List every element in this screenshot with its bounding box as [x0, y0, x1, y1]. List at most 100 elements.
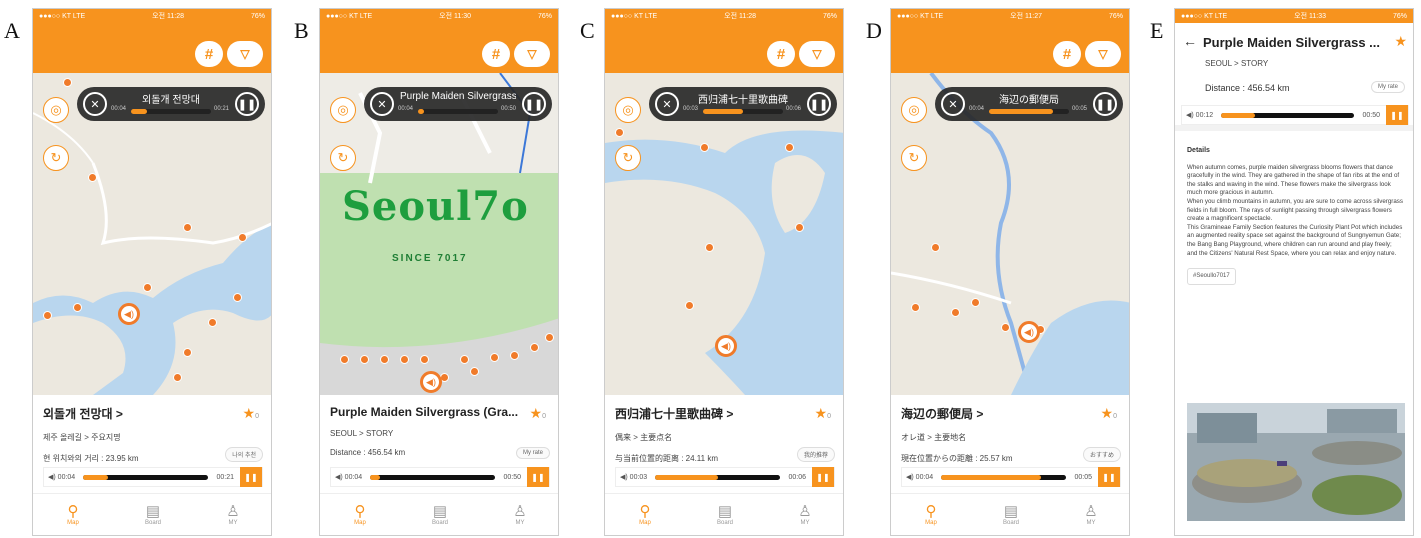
map-marker[interactable]: [143, 283, 152, 292]
filter-button[interactable]: ▽: [1085, 41, 1121, 67]
my-rate-button[interactable]: My rate: [1370, 81, 1405, 93]
hashtag-chip[interactable]: #Seoullo7017: [1187, 268, 1236, 285]
hashtag-button[interactable]: #: [767, 41, 795, 67]
tab-map[interactable]: ⚲ Map: [320, 494, 400, 535]
map-marker[interactable]: [931, 243, 940, 252]
map-marker[interactable]: [340, 355, 349, 364]
volume-icon[interactable]: ◀): [335, 473, 343, 481]
map-marker[interactable]: [470, 367, 479, 376]
tab-board[interactable]: ▤ Board: [400, 494, 480, 535]
volume-icon[interactable]: ◀): [1186, 111, 1194, 119]
locate-icon[interactable]: ◎: [330, 97, 356, 123]
map-marker[interactable]: [380, 355, 389, 364]
map-marker[interactable]: [510, 351, 519, 360]
my-rate-button[interactable]: My rate: [515, 447, 550, 459]
pause-icon[interactable]: ❚❚: [807, 92, 831, 116]
player-progress[interactable]: [989, 109, 1069, 114]
tab-my[interactable]: ♙ MY: [1051, 494, 1129, 535]
audio-progress[interactable]: [370, 474, 496, 480]
close-icon[interactable]: ✕: [655, 92, 679, 116]
map-marker[interactable]: [971, 298, 980, 307]
map-marker[interactable]: [420, 355, 429, 364]
map-marker[interactable]: [43, 311, 52, 320]
back-arrow-icon[interactable]: ←: [1183, 33, 1197, 49]
volume-icon[interactable]: ◀): [620, 473, 628, 481]
map-view[interactable]: Seoul7o SINCE 7017 ◎ ↻ ◀): [320, 73, 558, 395]
close-icon[interactable]: ✕: [83, 92, 107, 116]
star-icon[interactable]: ★0: [815, 405, 831, 422]
current-audio-marker[interactable]: ◀): [118, 303, 140, 325]
star-icon[interactable]: ★0: [243, 405, 259, 422]
current-audio-marker[interactable]: ◀): [1018, 321, 1040, 343]
map-marker[interactable]: [173, 373, 182, 382]
map-marker[interactable]: [360, 355, 369, 364]
map-marker[interactable]: [460, 355, 469, 364]
place-name[interactable]: 海辺の郵便局 >: [901, 405, 1121, 422]
map-marker[interactable]: [615, 128, 624, 137]
map-view[interactable]: ◎ ↻ ◀): [891, 73, 1129, 395]
map-marker[interactable]: [785, 143, 794, 152]
tab-board[interactable]: ▤ Board: [971, 494, 1051, 535]
place-name[interactable]: 西归浦七十里歌曲碑 >: [615, 405, 835, 422]
map-marker[interactable]: [208, 318, 217, 327]
player-progress[interactable]: [131, 109, 211, 114]
player-progress[interactable]: [703, 109, 783, 114]
map-marker[interactable]: [1001, 323, 1010, 332]
play-pause-button[interactable]: ❚❚: [812, 467, 834, 487]
tab-map[interactable]: ⚲ Map: [605, 494, 685, 535]
my-rate-button[interactable]: 나의 추천: [225, 447, 263, 462]
locate-icon[interactable]: ◎: [615, 97, 641, 123]
play-pause-button[interactable]: ❚❚: [1386, 105, 1408, 125]
close-icon[interactable]: ✕: [941, 92, 965, 116]
recent-icon[interactable]: ↻: [43, 145, 69, 171]
map-marker[interactable]: [63, 78, 72, 87]
filter-button[interactable]: ▽: [227, 41, 263, 67]
audio-progress[interactable]: [83, 474, 209, 480]
map-marker[interactable]: [400, 355, 409, 364]
hashtag-button[interactable]: #: [195, 41, 223, 67]
play-pause-button[interactable]: ❚❚: [1098, 467, 1120, 487]
volume-icon[interactable]: ◀): [906, 473, 914, 481]
close-icon[interactable]: ✕: [370, 92, 394, 116]
recent-icon[interactable]: ↻: [901, 145, 927, 171]
player-progress[interactable]: [418, 109, 498, 114]
my-rate-button[interactable]: おすすめ: [1082, 447, 1121, 462]
map-marker[interactable]: [233, 293, 242, 302]
filter-button[interactable]: ▽: [799, 41, 835, 67]
hashtag-button[interactable]: #: [482, 41, 510, 67]
map-marker[interactable]: [685, 301, 694, 310]
my-rate-button[interactable]: 我的推荐: [796, 447, 835, 462]
tab-map[interactable]: ⚲ Map: [891, 494, 971, 535]
hashtag-button[interactable]: #: [1053, 41, 1081, 67]
current-audio-marker[interactable]: ◀): [715, 335, 737, 357]
place-name[interactable]: 외돌개 전망대 >: [43, 405, 263, 422]
play-pause-button[interactable]: ❚❚: [527, 467, 549, 487]
tab-my[interactable]: ♙ MY: [193, 494, 271, 535]
star-icon[interactable]: ★0: [1101, 405, 1117, 422]
volume-icon[interactable]: ◀): [48, 473, 56, 481]
map-marker[interactable]: [911, 303, 920, 312]
tab-my[interactable]: ♙ MY: [765, 494, 843, 535]
map-marker[interactable]: [795, 223, 804, 232]
place-name[interactable]: Purple Maiden Silvergrass (Gra...: [330, 405, 550, 419]
locate-icon[interactable]: ◎: [901, 97, 927, 123]
map-marker[interactable]: [73, 303, 82, 312]
pause-icon[interactable]: ❚❚: [1093, 92, 1117, 116]
star-icon[interactable]: ★0: [530, 405, 546, 422]
map-marker[interactable]: [951, 308, 960, 317]
map-marker[interactable]: [490, 353, 499, 362]
map-marker[interactable]: [183, 348, 192, 357]
map-marker[interactable]: [183, 223, 192, 232]
audio-progress[interactable]: [1221, 112, 1355, 118]
map-view[interactable]: ◎ ↻ ◀): [33, 73, 271, 395]
map-marker[interactable]: [530, 343, 539, 352]
pause-icon[interactable]: ❚❚: [522, 92, 546, 116]
map-marker[interactable]: [88, 173, 97, 182]
star-icon[interactable]: ★: [1394, 33, 1407, 50]
locate-icon[interactable]: ◎: [43, 97, 69, 123]
map-marker[interactable]: [705, 243, 714, 252]
tab-board[interactable]: ▤ Board: [113, 494, 193, 535]
tab-board[interactable]: ▤ Board: [685, 494, 765, 535]
tab-my[interactable]: ♙ MY: [480, 494, 558, 535]
recent-icon[interactable]: ↻: [615, 145, 641, 171]
